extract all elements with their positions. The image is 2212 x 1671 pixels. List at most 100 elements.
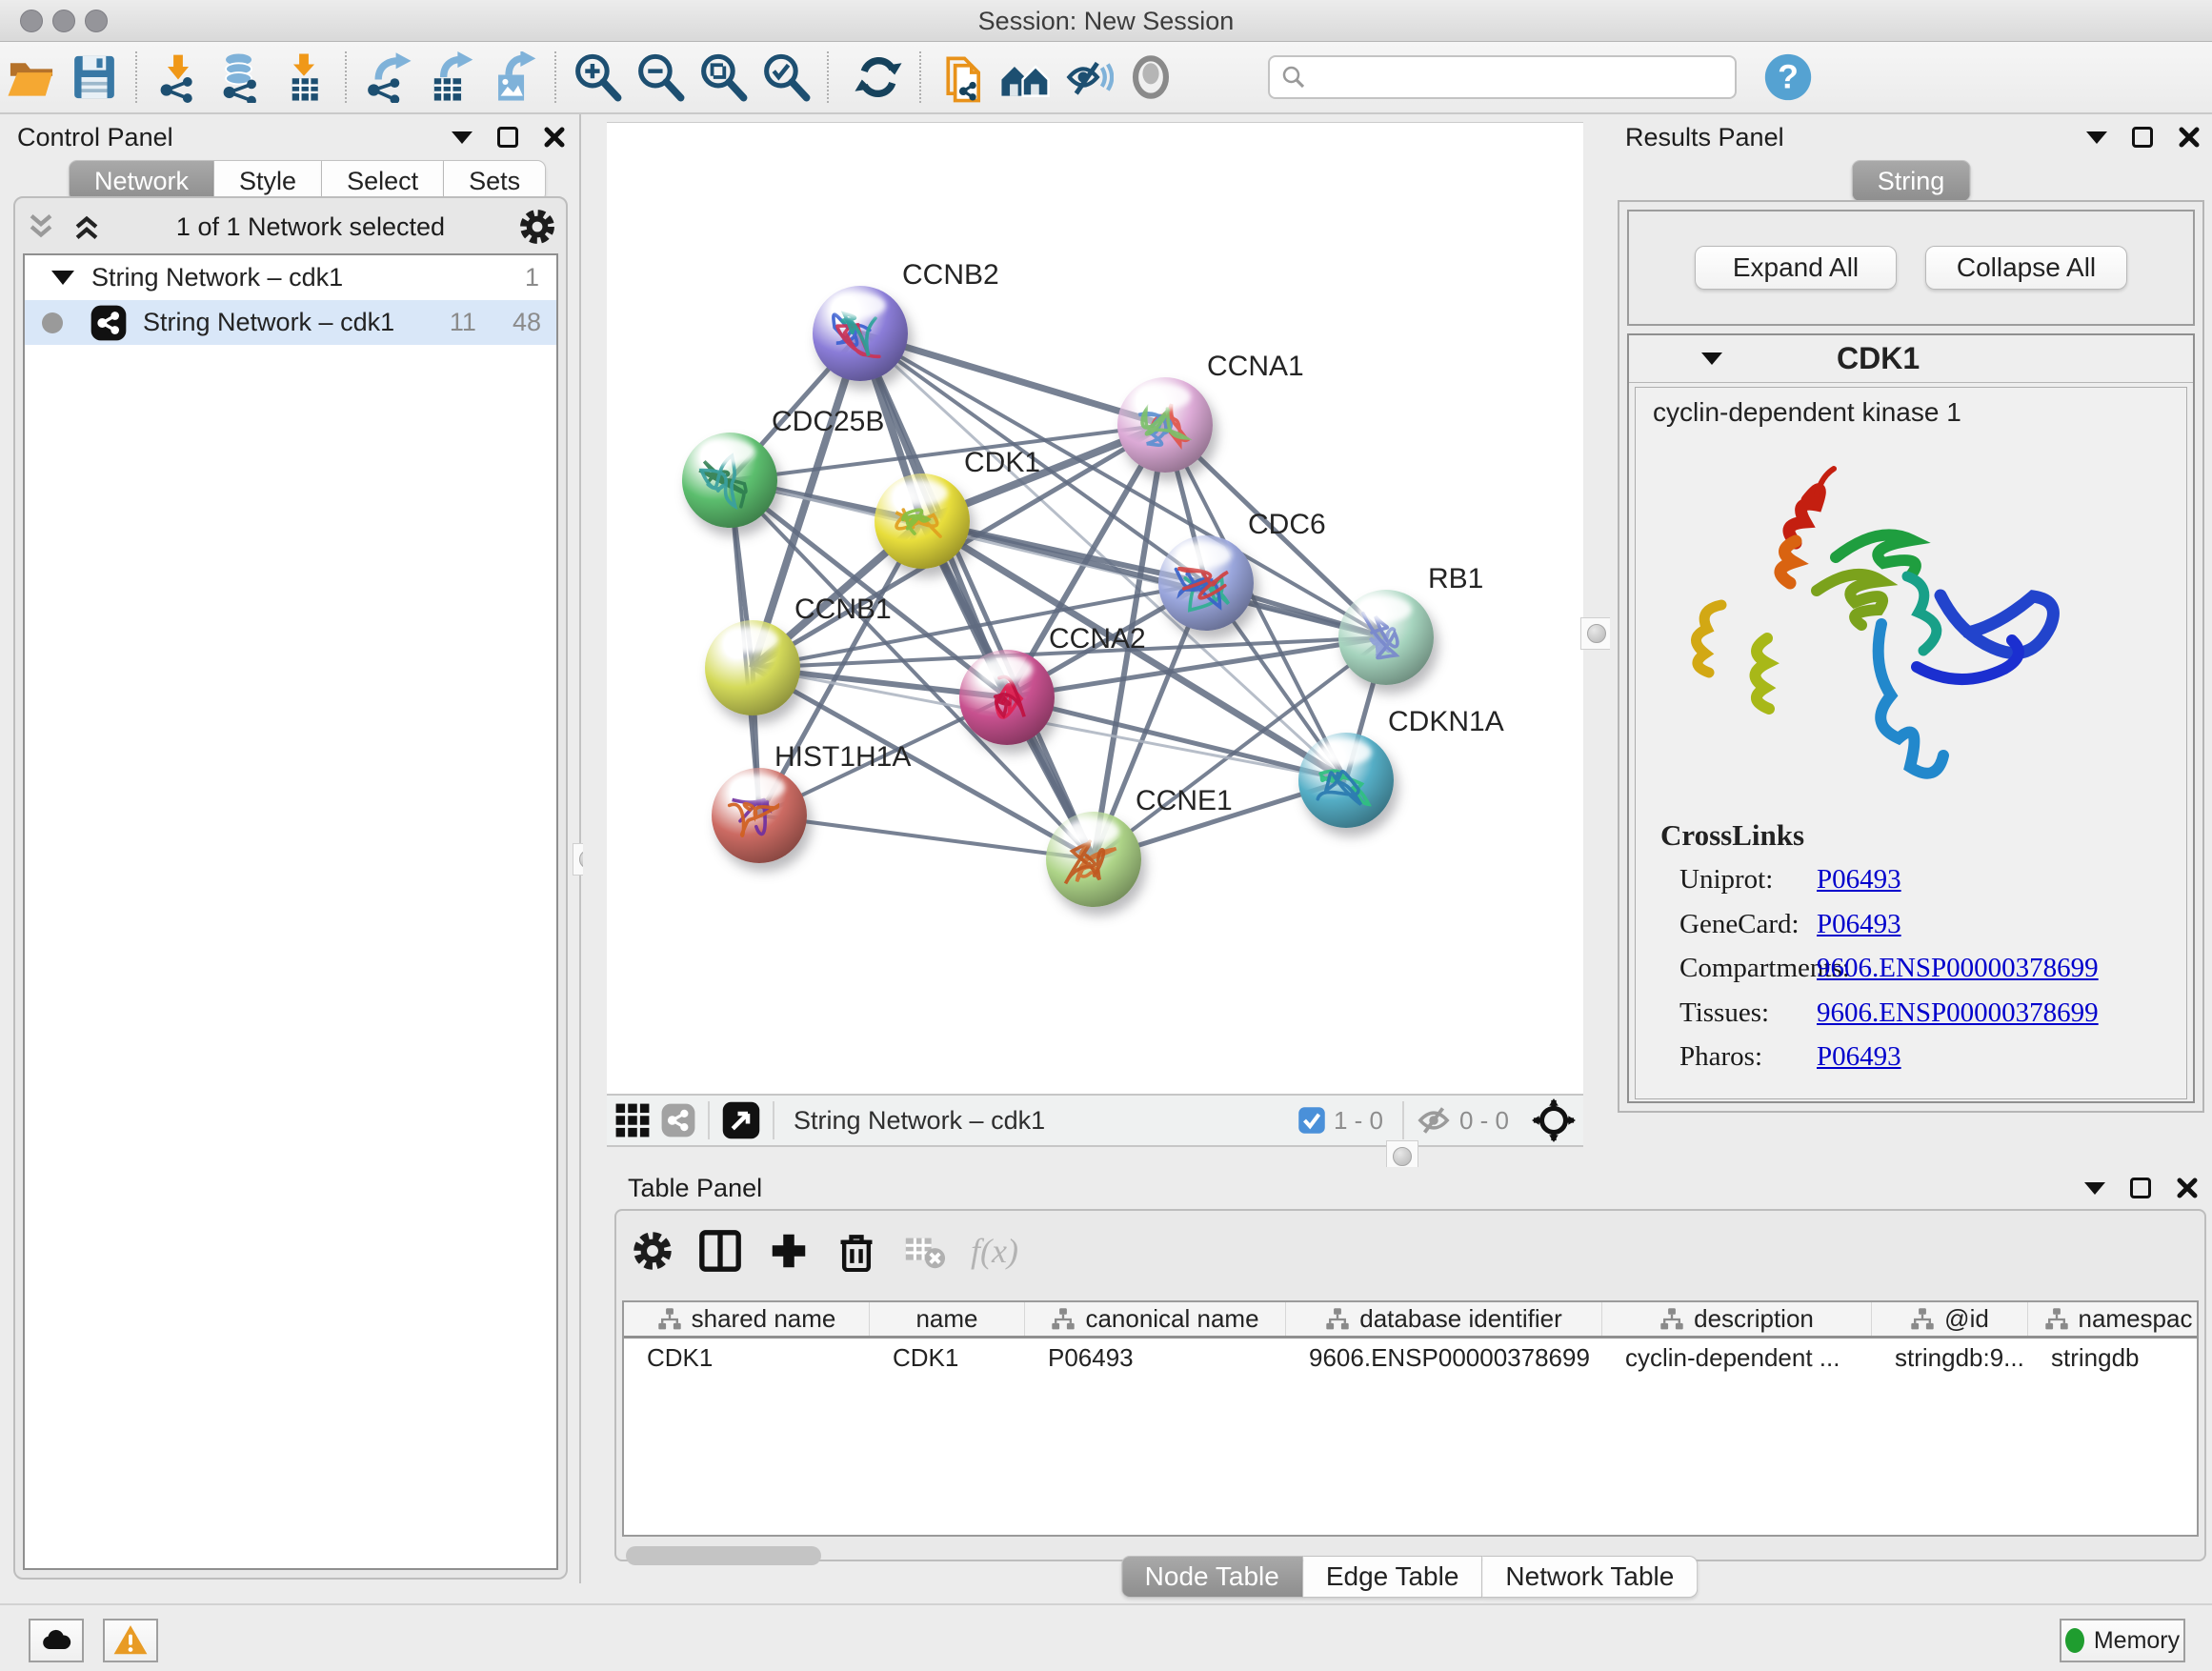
expand-all-icon[interactable] (70, 211, 103, 243)
tree-expander-icon[interactable] (51, 271, 74, 285)
column-header--id[interactable]: @id (1872, 1302, 2028, 1336)
table-cell[interactable]: stringdb:9... (1872, 1343, 2028, 1373)
network-node-ccna1[interactable] (1117, 377, 1213, 473)
network-row[interactable]: String Network – cdk1 11 48 (25, 300, 556, 345)
tab-network-table[interactable]: Network Table (1482, 1556, 1698, 1598)
network-node-hist1h1a[interactable] (712, 768, 807, 863)
add-column-icon[interactable] (767, 1229, 811, 1273)
tab-string[interactable]: String (1852, 160, 1971, 202)
panel-close-icon[interactable] (2178, 126, 2201, 149)
table-cell[interactable]: cyclin-dependent ... (1602, 1343, 1872, 1373)
node-label-ccnb1: CCNB1 (794, 594, 892, 626)
network-node-ccnb1[interactable] (705, 620, 800, 715)
import-table-icon[interactable] (277, 50, 331, 104)
network-node-cdc6[interactable] (1158, 535, 1254, 631)
crosslink-link[interactable]: 9606.ENSP00000378699 (1817, 953, 2099, 995)
crosslink-link[interactable]: P06493 (1817, 909, 1901, 951)
right-splitter-handle[interactable] (1580, 617, 1613, 650)
selected-checkbox-icon[interactable] (1297, 1106, 1326, 1135)
column-header-name[interactable]: name (870, 1302, 1025, 1336)
home-icon[interactable] (998, 50, 1052, 104)
gear-icon[interactable] (518, 208, 556, 246)
collapse-all-button[interactable]: Collapse All (1925, 246, 2127, 290)
column-header-description[interactable]: description (1602, 1302, 1872, 1336)
help-icon[interactable]: ? (1761, 50, 1815, 104)
export-table-icon[interactable] (424, 50, 477, 104)
function-builder-icon[interactable]: f(x) (971, 1231, 1018, 1271)
network-node-rb1[interactable] (1338, 590, 1434, 685)
import-database-icon[interactable] (214, 50, 268, 104)
warning-button[interactable] (103, 1619, 158, 1662)
export-image-icon[interactable] (487, 50, 540, 104)
panel-float-icon[interactable] (2132, 127, 2153, 148)
toolbar-separator (554, 51, 556, 103)
warning-icon (112, 1622, 149, 1659)
tab-edge-table[interactable]: Edge Table (1303, 1556, 1483, 1598)
grid-mode-icon[interactable] (614, 1102, 651, 1138)
table-cell[interactable]: 9606.ENSP00000378699 (1286, 1343, 1602, 1373)
table-cell[interactable]: P06493 (1025, 1343, 1286, 1373)
delete-table-icon[interactable] (902, 1229, 946, 1273)
open-session-icon[interactable] (5, 50, 58, 104)
panel-float-icon[interactable] (497, 127, 518, 148)
hidden-eye-icon[interactable] (1416, 1102, 1452, 1138)
refresh-icon[interactable] (852, 50, 905, 104)
network-node-cdk1[interactable] (875, 473, 970, 569)
zoom-selected-icon[interactable] (759, 50, 813, 104)
horizontal-scrollbar[interactable] (626, 1546, 821, 1565)
trash-icon[interactable] (835, 1230, 877, 1272)
crosslink-link[interactable]: P06493 (1817, 864, 1901, 906)
zoom-fit-icon[interactable] (696, 50, 750, 104)
main-toolbar: ? (0, 42, 2212, 114)
zoom-out-icon[interactable] (633, 50, 687, 104)
memory-button[interactable]: Memory (2060, 1619, 2185, 1662)
search-input[interactable] (1308, 64, 1718, 91)
panel-collapse-icon[interactable] (2086, 131, 2107, 144)
crosslink-link[interactable]: 9606.ENSP00000378699 (1817, 997, 2099, 1039)
table-cell[interactable]: CDK1 (624, 1343, 870, 1373)
gene-name: CDK1 (1837, 341, 1920, 376)
show-icon[interactable] (1124, 50, 1177, 104)
crosshair-icon[interactable] (1532, 1098, 1576, 1142)
panel-close-icon[interactable] (2176, 1177, 2199, 1199)
column-header-namespac[interactable]: namespac (2028, 1302, 2199, 1336)
zoom-in-icon[interactable] (571, 50, 624, 104)
panel-close-icon[interactable] (543, 126, 566, 149)
network-node-cdkn1a[interactable] (1298, 733, 1394, 828)
search-box[interactable] (1268, 55, 1737, 99)
network-edge (759, 815, 1094, 859)
table-cell[interactable]: stringdb (2028, 1343, 2199, 1373)
tab-node-table[interactable]: Node Table (1121, 1556, 1303, 1598)
crosslink-link[interactable]: P06493 (1817, 1041, 1901, 1083)
panel-collapse-icon[interactable] (2084, 1182, 2105, 1195)
section-expander-icon[interactable] (1701, 352, 1722, 365)
column-header-canonical-name[interactable]: canonical name (1025, 1302, 1286, 1336)
share-view-icon[interactable] (660, 1102, 696, 1138)
network-canvas[interactable]: CCNB2CCNA1CDC25BCDK1CDC6RB1CCNB1CCNA2CDK… (607, 122, 1583, 1094)
column-header-database-identifier[interactable]: database identifier (1286, 1302, 1602, 1336)
cloud-button[interactable] (29, 1619, 84, 1662)
network-node-ccnb2[interactable] (813, 286, 908, 381)
collapse-all-icon[interactable] (25, 211, 57, 243)
save-session-icon[interactable] (68, 50, 121, 104)
network-node-cdc25b[interactable] (682, 433, 777, 528)
panel-float-icon[interactable] (2130, 1178, 2151, 1198)
copy-network-icon[interactable] (935, 50, 989, 104)
import-network-icon[interactable] (151, 50, 205, 104)
panel-collapse-icon[interactable] (452, 131, 473, 144)
network-node-ccne1[interactable] (1046, 812, 1141, 907)
control-panel: Control Panel NetworkStyleSelectSets 1 o… (0, 114, 581, 1583)
gear-icon[interactable] (632, 1230, 674, 1272)
expand-all-button[interactable]: Expand All (1695, 246, 1897, 290)
memory-status-icon (2065, 1628, 2084, 1653)
gene-section-header[interactable]: CDK1 (1629, 335, 2193, 383)
network-collection-row[interactable]: String Network – cdk1 1 (25, 255, 556, 300)
table-row[interactable]: CDK1CDK1P064939606.ENSP00000378699cyclin… (624, 1339, 2197, 1377)
navigator-icon[interactable] (721, 1100, 761, 1140)
export-network-icon[interactable] (361, 50, 414, 104)
hide-icon[interactable] (1061, 50, 1115, 104)
column-header-shared-name[interactable]: shared name (624, 1302, 870, 1336)
show-columns-icon[interactable] (698, 1229, 742, 1273)
network-node-ccna2[interactable] (959, 650, 1055, 745)
table-cell[interactable]: CDK1 (870, 1343, 1025, 1373)
